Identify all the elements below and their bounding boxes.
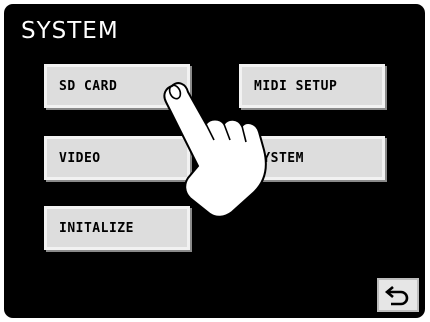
return-arrow-icon [384,286,409,306]
video-button-label: VIDEO [59,150,101,166]
video-button[interactable]: VIDEO [44,136,190,180]
initalize-button-label: INITALIZE [59,220,134,236]
sd-card-button-label: SD CARD [59,78,118,94]
system-button[interactable]: SYSTEM [239,136,385,180]
device-screen: SYSTEM SD CARD MIDI SETUP VIDEO SYSTEM I… [4,4,425,318]
midi-setup-button[interactable]: MIDI SETUP [239,64,385,108]
sd-card-button[interactable]: SD CARD [44,64,190,108]
midi-setup-button-label: MIDI SETUP [254,78,338,94]
system-button-label: SYSTEM [254,150,304,166]
back-button[interactable] [377,278,419,312]
screen-title: SYSTEM [21,18,119,44]
initalize-button[interactable]: INITALIZE [44,206,190,250]
